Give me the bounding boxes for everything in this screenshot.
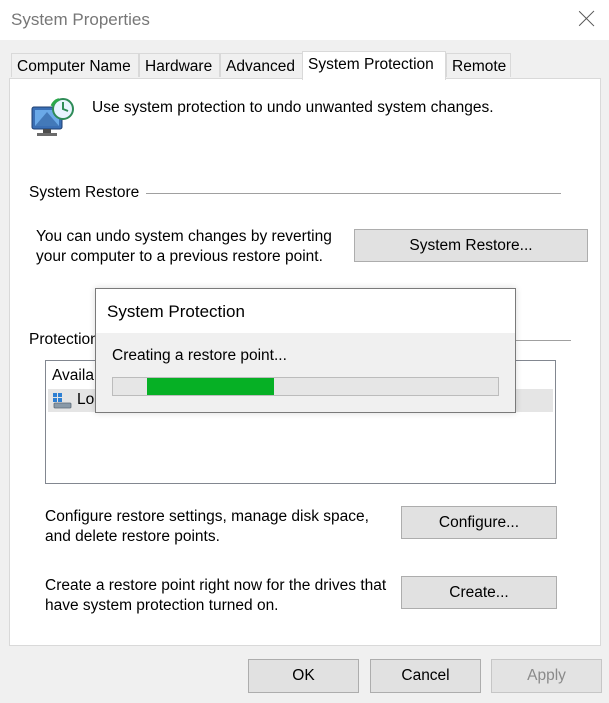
tab-system-protection[interactable]: System Protection <box>302 51 446 80</box>
tab-computer-name[interactable]: Computer Name <box>11 53 139 77</box>
section-divider <box>146 193 561 194</box>
drive-label: Lo <box>77 391 95 408</box>
tab-remote[interactable]: Remote <box>446 53 511 77</box>
dialog-title: System Protection <box>107 302 245 321</box>
system-restore-heading: System Restore <box>29 184 140 201</box>
system-protection-icon <box>29 97 77 141</box>
description-line: have system protection turned on. <box>45 597 279 614</box>
description-line: and delete restore points. <box>45 528 220 545</box>
description-line: your computer to a previous restore poin… <box>36 248 323 265</box>
dialog-message: Creating a restore point... <box>112 347 287 364</box>
drive-icon <box>52 392 72 410</box>
ok-button[interactable]: OK <box>248 659 359 693</box>
cancel-button[interactable]: Cancel <box>370 659 481 693</box>
description-line: Configure restore settings, manage disk … <box>45 508 369 525</box>
system-restore-button[interactable]: System Restore... <box>354 229 588 262</box>
tab-hardware[interactable]: Hardware <box>139 53 220 77</box>
column-header-available-drives[interactable]: Availa <box>52 367 94 385</box>
section-divider <box>515 340 571 341</box>
progress-fill <box>147 378 274 395</box>
description-line: Create a restore point right now for the… <box>45 577 387 594</box>
apply-button[interactable]: Apply <box>491 659 602 693</box>
description-line: You can undo system changes by reverting <box>36 228 332 245</box>
progress-dialog: System Protection Creating a restore poi… <box>95 288 516 413</box>
window-title: System Properties <box>11 10 150 29</box>
close-icon[interactable] <box>574 6 600 32</box>
intro-text: Use system protection to undo unwanted s… <box>92 99 494 116</box>
protection-settings-heading: Protection <box>29 331 99 348</box>
create-button[interactable]: Create... <box>401 576 557 609</box>
configure-description: Configure restore settings, manage disk … <box>45 507 369 547</box>
progress-bar <box>112 377 499 396</box>
create-description: Create a restore point right now for the… <box>45 576 386 616</box>
system-restore-description: You can undo system changes by reverting… <box>36 227 332 267</box>
configure-button[interactable]: Configure... <box>401 506 557 539</box>
tab-advanced[interactable]: Advanced <box>220 53 303 77</box>
